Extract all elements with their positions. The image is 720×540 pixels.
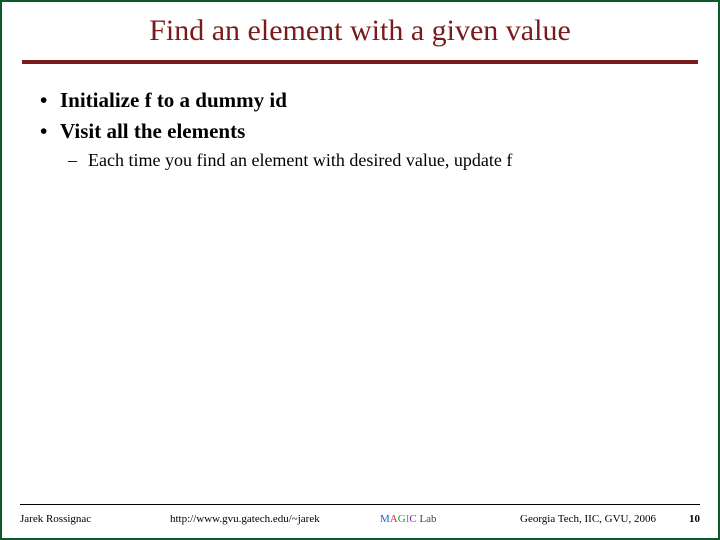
slide-title: Find an element with a given value [22, 14, 698, 48]
footer-author: Jarek Rossignac [20, 513, 170, 525]
footer-page-number: 10 [672, 513, 700, 525]
footer-url: http://www.gvu.gatech.edu/~jarek [170, 513, 380, 525]
bullet-level1: Visit all the elements [32, 119, 688, 144]
bullet-level2: Each time you find an element with desir… [32, 150, 688, 171]
footer-org: Georgia Tech, IIC, GVU, 2006 [490, 513, 672, 525]
lab-letter-a: A [390, 513, 398, 525]
footer: Jarek Rossignac http://www.gvu.gatech.ed… [20, 504, 700, 532]
slide: Find an element with a given value Initi… [0, 0, 720, 540]
lab-letter-g: G [398, 513, 406, 525]
bullet-level1: Initialize f to a dummy id [32, 88, 688, 113]
footer-lab: MAGIC Lab [380, 513, 490, 525]
body-area: Initialize f to a dummy id Visit all the… [2, 64, 718, 504]
title-area: Find an element with a given value [2, 2, 718, 56]
lab-word: Lab [417, 513, 437, 525]
lab-letter-m: M [380, 513, 390, 525]
lab-letter-c: C [409, 513, 416, 525]
